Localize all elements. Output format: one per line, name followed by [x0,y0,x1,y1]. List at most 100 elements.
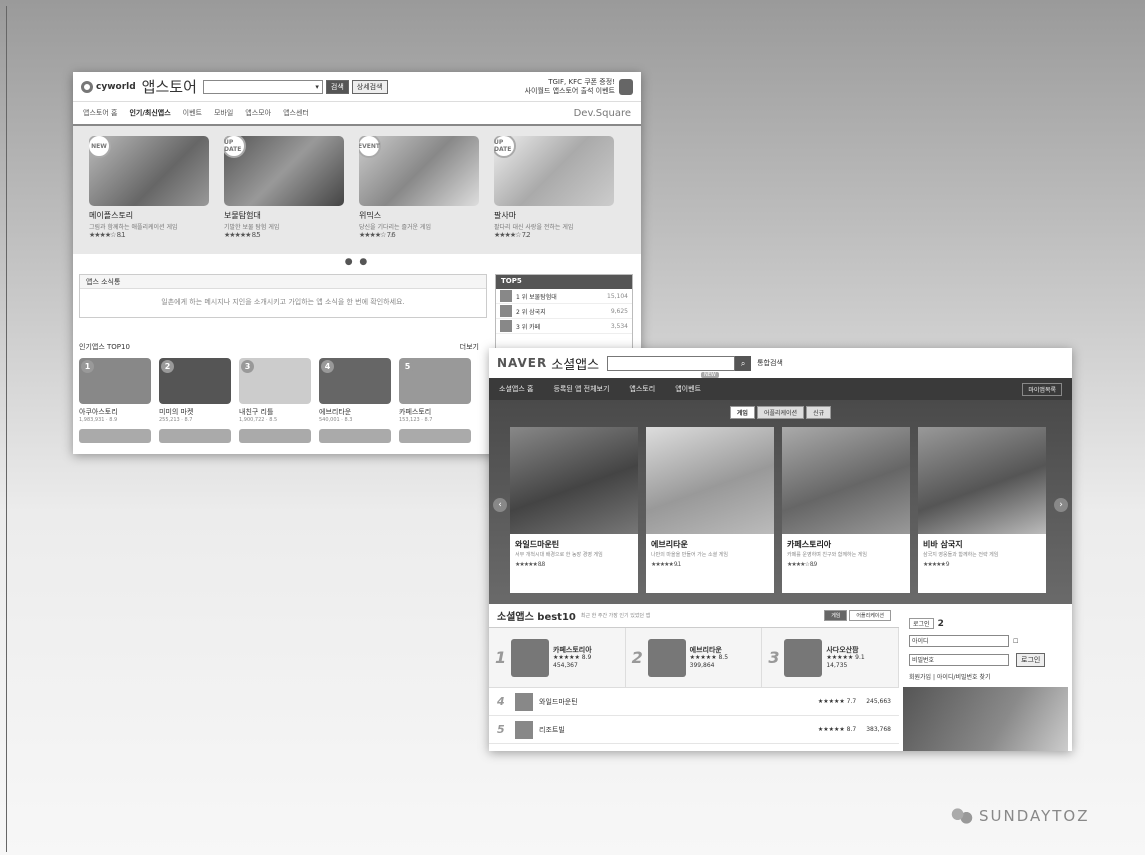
nav-item-event[interactable]: 이벤트 [183,108,202,118]
best10-section: 소셜앱스 best10 최근 한 주간 가장 인기 있었던 앱 게임 어플리케이션… [489,604,900,751]
best10-top-item[interactable]: 2 에브리타운 ★★★★★ 8.5 399,864 [626,628,763,687]
featured-banner: NEW 메이플스토리 그림과 함께하는 애플리케이션 게임 ★★★★☆ 8.1 … [73,126,641,254]
top5-name: 3 위 카페 [516,323,541,331]
top5-row[interactable]: 1 위 보물탐험대 15,104 [496,289,632,304]
app-thumbnail [500,305,512,317]
cyworld-advanced-search-button[interactable]: 상세검색 [351,79,388,94]
top5-name: 1 위 보물탐험대 [516,293,557,301]
app-name: 에브리타운 [319,408,352,416]
my-apps-button[interactable]: 마이앱목록 [1022,382,1062,396]
cyworld-search-button[interactable]: 검색 [325,79,349,94]
featured-card-rating: ★★★★☆ 8.9 [787,561,817,568]
cyworld-logo[interactable]: cyworld 앱스토어 [81,76,197,97]
rank-badge: 2 [161,360,174,373]
nav-item-home[interactable]: 소셜앱스 홈 [499,384,533,394]
app-name: 에브리타운 [689,645,722,654]
nav-item-story[interactable]: 앱스토리 [629,384,655,394]
app-users: 383,768 [866,726,891,733]
app-thumbnail [784,638,823,677]
nav-item-all-apps[interactable]: 등록된 앱 전체보기 [553,384,609,394]
login-footer-links[interactable]: 회원가입 | 아이디/비밀번호 찾기 [909,672,1062,681]
featured-card[interactable]: 에브리타운 나만의 마을을 만들어 가는 소셜 게임 ★★★★★ 9.1 [646,427,774,593]
top5-row[interactable]: 3 위 카페 3,534 [496,319,632,334]
apps-news-body: 일촌에게 하는 메시지나 지인을 소개시키고 가입하는 앱 소식을 한 번에 확… [161,298,405,306]
cyworld-promo-line1: TGIF, KFC 쿠폰 증정! [548,77,615,86]
featured-card[interactable]: EVENT 위믹스 당신을 기다리는 즐거운 게임 ★★★★☆ 7.6 [359,136,479,244]
nav-item-popular[interactable]: 인기/최신앱스 [129,108,170,118]
password-input[interactable]: 비밀번호 [909,654,1009,666]
naver-search-input[interactable] [607,355,736,371]
top10-app[interactable]: 2 미미의 마켓 255,213 · 8.7 [159,358,231,423]
naver-search-button[interactable]: ⌕ [735,355,752,371]
top10-app[interactable]: 5 카페스토리 153,123 · 8.7 [399,358,471,423]
apps-news-box: 앱스 소식통 일촌에게 하는 메시지나 지인을 소개시키고 가입하는 앱 소식을… [79,274,487,318]
nav-item-events[interactable]: 앱이벤트 [675,384,701,394]
naver-logo[interactable]: NAVER [497,356,547,370]
featured-card[interactable]: 와일드마운틴 서부 개척시대 배경으로 한 농장 경영 게임 ★★★★★ 8.8 [510,427,638,593]
featured-card-image: EVENT [359,136,479,206]
app-name: 내친구 리틀 [239,408,274,416]
best10-top-item[interactable]: 1 카페스토리아 ★★★★★ 8.9 454,367 [489,628,626,687]
top10-app[interactable]: 4 에브리타운 540,001 · 8.3 [319,358,391,423]
app-rating: ★★★★★ 8.7 [817,726,857,733]
nav-item-collection[interactable]: 앱스모아 [245,108,271,118]
best10-top-item[interactable]: 3 사다오산팜 ★★★★★ 9.1 14,735 [762,628,900,687]
app-rating: ★★★★★ 8.5 [689,653,729,661]
featured-card-rating: ★★★★☆ 8.1 [89,231,126,239]
app-name: 미미의 마켓 [159,408,194,416]
app-rating: ★★★★★ 8.9 [553,653,592,661]
carousel-prev-icon[interactable]: ‹ [493,498,507,512]
app-image: 3 [239,358,311,404]
login-label: 로그인 [909,618,934,629]
carousel-next-icon[interactable]: › [1054,498,1068,512]
tab-applications[interactable]: 어플리케이션 [756,406,805,419]
top10-app[interactable]: 3 내친구 리틀 1,900,722 · 8.5 [239,358,311,423]
sundaytoz-logo-icon [951,807,973,825]
app-thumbnail [647,638,686,677]
carousel-tabs: 게임 어플리케이션 신규 [489,406,1072,419]
dev-square-link[interactable]: Dev.Square [574,108,631,119]
carousel-dots[interactable]: ● ● [73,254,641,270]
featured-card-title: 보물탐험대 [224,211,261,220]
featured-card-image [782,427,910,534]
nav-item-mobile[interactable]: 모바일 [214,108,233,118]
update-badge: UP DATE [224,136,246,158]
top10-app[interactable]: 1 아쿠아스토리 1,983,931 · 8.9 [79,358,151,423]
featured-card[interactable]: 비바 삼국지 삼국지 영웅들과 함께하는 전략 게임 ★★★★★ 9 [918,427,1046,593]
featured-card-rating: ★★★★★ 9 [923,561,950,568]
rank-badge: 3 [241,360,254,373]
featured-card[interactable]: NEW 메이플스토리 그림과 함께하는 애플리케이션 게임 ★★★★☆ 8.1 [89,136,209,244]
top10-more-link[interactable]: 더보기 [460,342,479,352]
nav-item-center[interactable]: 앱스센터 [283,108,309,118]
top5-count: 9,625 [610,307,628,315]
app-rating: ★★★★★ 7.7 [817,698,857,705]
rank-badge: 5 [401,360,414,373]
rank-badge: 1 [81,360,94,373]
tab-games[interactable]: 게임 [729,406,755,419]
id-input[interactable]: 아이디 [909,635,1009,647]
top5-row[interactable]: 2 위 삼국지 9,625 [496,304,632,319]
login-step: 2 [937,618,944,629]
naver-advanced-search[interactable]: 통합검색 [757,358,783,368]
featured-card-title: 카페스토리아 [787,540,832,549]
cyworld-search-input[interactable]: ▾ [202,79,323,94]
cyworld-promo[interactable]: TGIF, KFC 쿠폰 증정! 사이월드 앱스토어 출석 이벤트 [525,78,633,96]
featured-card[interactable]: UP DATE 팔사마 팔다리 대신 사랑을 전하는 게임 ★★★★☆ 7.2 [494,136,614,244]
best10-tab-games[interactable]: 게임 [824,610,848,621]
featured-card-desc: 그림과 함께하는 애플리케이션 게임 [89,224,178,231]
checkbox-icon[interactable]: ☐ [1013,638,1018,645]
app-name: 와일드마운틴 [539,697,578,706]
featured-card[interactable]: 카페스토리아 카페를 운영하며 친구와 함께하는 게임 ★★★★☆ 8.9 [782,427,910,593]
featured-card[interactable]: UP DATE 보물탐험대 기발한 보물 탐험 게임 ★★★★★ 8.5 [224,136,344,244]
best10-tab-apps[interactable]: 어플리케이션 [849,610,891,621]
nav-item-home[interactable]: 앱스토어 홈 [83,108,117,118]
best10-row[interactable]: 5 리조트빌 ★★★★★ 8.7 383,768 [489,716,899,744]
featured-card-image [646,427,774,534]
coupon-bag-icon [619,78,633,95]
login-button[interactable]: 로그인 [1016,653,1046,667]
tab-new[interactable]: 신규 [806,406,832,419]
app-image: 1 [79,358,151,404]
best10-row[interactable]: 4 와일드마운틴 ★★★★★ 7.7 245,663 [489,688,899,716]
top5-panel: TOP5 1 위 보물탐험대 15,104 2 위 삼국지 9,625 3 위 카페… [495,274,633,354]
app-meta: 153,123 · 8.7 [399,417,433,423]
